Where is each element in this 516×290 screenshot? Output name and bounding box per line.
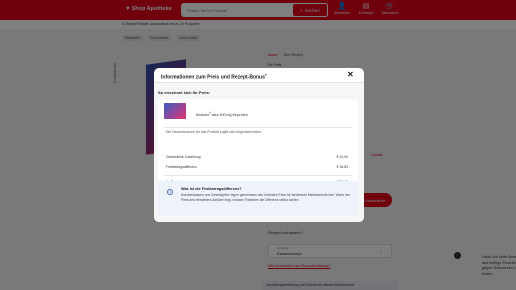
price-row: Festbetragsdifferenz € 18,83: [166, 165, 352, 169]
divider: [164, 127, 352, 128]
price-card: Ibudolor® akut 400 mg Ibuprofen Die Gesa…: [158, 99, 358, 184]
info-title: Was ist die Festbetragsdifferenz?: [181, 187, 242, 191]
modal-header: Informationen zum Preis und Rezept-Bonus…: [154, 68, 364, 83]
price-row-value: € 18,83: [336, 165, 348, 169]
product-name: Ibudolor® akut 400 mg Ibuprofen: [196, 112, 248, 118]
divider: [164, 175, 352, 176]
modal-title: Informationen zum Preis und Rezept-Bonus…: [161, 73, 267, 81]
info-box: i Was ist die Festbetragsdifferenz? Kran…: [158, 181, 358, 215]
price-row-value: € 10,00: [336, 155, 348, 159]
info-text: Krankenkassen und Gesetzgeber legen geme…: [181, 193, 350, 202]
calc-title: So errechnet sich Ihr Preis:: [158, 90, 211, 95]
price-info-modal: Informationen zum Preis und Rezept-Bonus…: [154, 68, 364, 222]
price-row-label: Gesetzliche Zuzahlung: [166, 155, 201, 159]
product-thumbnail: [164, 103, 186, 119]
info-icon: i: [167, 189, 173, 195]
price-note: Die Gesamtsumme für das Produkt ergibt s…: [166, 130, 262, 134]
close-icon[interactable]: ✕: [347, 71, 354, 79]
price-row: Gesetzliche Zuzahlung € 10,00: [166, 155, 352, 159]
price-row-label: Festbetragsdifferenz: [166, 165, 197, 169]
modal-body: So errechnet sich Ihr Preis: Ibudolor® a…: [154, 83, 364, 222]
